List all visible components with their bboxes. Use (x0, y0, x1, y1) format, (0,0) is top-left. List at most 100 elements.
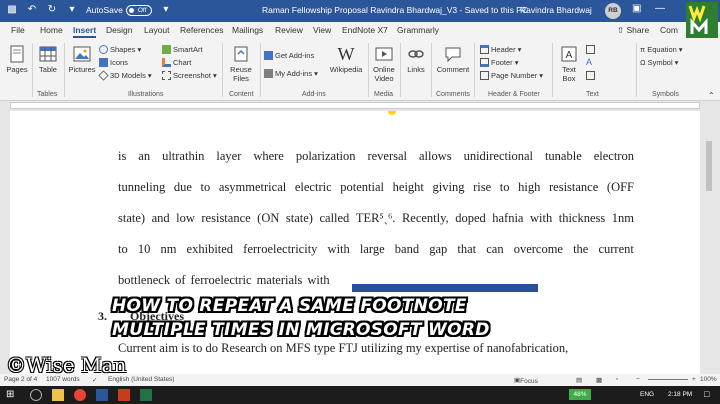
minimize-icon[interactable]: — (655, 3, 665, 14)
video-icon (375, 47, 393, 61)
wordart-button[interactable]: A (586, 58, 595, 67)
proofing-icon[interactable]: ✓ (92, 376, 97, 384)
undo-icon[interactable]: ↶ (26, 4, 38, 16)
text-box-icon: A (561, 46, 577, 62)
search-icon[interactable] (30, 389, 42, 401)
excel-taskbar-icon[interactable] (140, 389, 152, 401)
word-taskbar-icon[interactable] (96, 389, 108, 401)
page-number-button[interactable]: Page Number ▾ (480, 71, 543, 80)
word: ferroelectric (190, 273, 252, 287)
online-video-button[interactable]: Online Video (370, 45, 398, 83)
word: low (176, 211, 195, 225)
icons-button[interactable]: Icons (99, 58, 128, 67)
save-icon[interactable]: ▩ (6, 4, 18, 16)
word: height (392, 180, 424, 194)
pictures-button[interactable]: Pictures (67, 45, 97, 74)
equation-button[interactable]: π Equation ▾ (640, 45, 683, 54)
word: band (394, 242, 420, 256)
powerpoint-taskbar-icon[interactable] (118, 389, 130, 401)
word: electron (593, 149, 634, 163)
smartart-button[interactable]: SmartArt (162, 45, 203, 54)
wikipedia-button[interactable]: W Wikipedia (326, 45, 366, 74)
ribbon-display-icon[interactable]: ▣ (632, 3, 641, 14)
customize-icon[interactable]: ▾ (160, 4, 172, 16)
tab-references[interactable]: References (180, 25, 223, 35)
collapse-ribbon-icon[interactable]: ⌃ (708, 91, 715, 100)
tab-insert[interactable]: Insert (73, 25, 97, 38)
word: exhibited (186, 242, 234, 256)
pi-icon: π (640, 45, 646, 54)
group-label-text: Text (586, 91, 599, 98)
symbol-button[interactable]: Ω Symbol ▾ (640, 58, 678, 67)
avatar[interactable]: RB (605, 3, 621, 19)
battery-indicator[interactable]: 48% (569, 389, 591, 400)
tab-home[interactable]: Home (40, 25, 63, 35)
document-line: state) and low resistance (ON state) called TER… (118, 211, 634, 226)
autosave-control[interactable]: AutoSave Off (86, 4, 152, 16)
chart-button[interactable]: Chart (162, 58, 191, 67)
language[interactable]: English (United States) (108, 376, 174, 383)
table-button[interactable]: Table (35, 45, 61, 74)
pages-icon (10, 45, 24, 63)
word: that (457, 242, 477, 256)
word: to (118, 242, 128, 256)
get-addins-button[interactable]: Get Add-ins (264, 51, 314, 60)
3d-models-button[interactable]: 3D Models ▾ (98, 70, 152, 81)
focus-button[interactable]: ▣ Focus (514, 376, 538, 385)
input-language[interactable]: ENG (640, 391, 654, 398)
zoom-slider[interactable] (648, 379, 688, 380)
icons-icon (99, 58, 108, 67)
screenshot-button[interactable]: Screenshot ▾ (162, 71, 217, 80)
footer-button[interactable]: Footer ▾ (480, 58, 518, 67)
word: the (573, 242, 589, 256)
tab-layout[interactable]: Layout (144, 25, 170, 35)
tab-view[interactable]: View (313, 25, 331, 35)
shapes-button[interactable]: Shapes ▾ (99, 45, 141, 54)
horizontal-ruler[interactable] (0, 101, 720, 110)
file-explorer-icon[interactable] (52, 389, 64, 401)
user-name[interactable]: Ravindra Bhardwaj (520, 5, 592, 15)
dropcap-button[interactable] (586, 71, 595, 80)
zoom-level[interactable]: 100% (700, 376, 717, 383)
zoom-out-icon[interactable]: − (636, 376, 640, 383)
comment-label: Comment (436, 65, 470, 74)
header-icon (480, 45, 489, 54)
tab-grammarly[interactable]: Grammarly (397, 25, 439, 35)
zoom-in-icon[interactable]: + (692, 376, 696, 383)
read-mode-icon[interactable]: ▤ (576, 376, 582, 384)
redo-icon[interactable]: ↻ (46, 4, 58, 16)
reuse-files-button[interactable]: Reuse Files (226, 45, 256, 83)
clock-time[interactable]: 2:18 PM (668, 391, 692, 398)
tab-file[interactable]: File (11, 25, 25, 35)
page-count[interactable]: Page 2 of 4 (4, 376, 37, 383)
qat-dropdown-icon[interactable]: ▾ (66, 4, 78, 16)
comment-button[interactable]: Comment (434, 45, 472, 74)
web-layout-icon[interactable]: ▫ (616, 376, 618, 383)
tab-design[interactable]: Design (106, 25, 132, 35)
tab-mailings[interactable]: Mailings (232, 25, 263, 35)
chrome-icon[interactable] (74, 389, 86, 401)
vertical-scrollbar[interactable] (705, 111, 713, 374)
windows-start-icon[interactable]: ⊞ (6, 389, 18, 401)
word: called (319, 211, 350, 225)
word: polarization (295, 149, 356, 163)
pages-label: Pages (6, 65, 28, 74)
tab-endnote[interactable]: EndNote X7 (342, 25, 388, 35)
pages-button[interactable]: Pages (4, 45, 30, 74)
text-box-button[interactable]: A Text Box (556, 45, 582, 83)
tab-review[interactable]: Review (275, 25, 303, 35)
document-title: Raman Fellowship Proposal Ravindra Bhard… (262, 5, 528, 15)
header-button[interactable]: Header ▾ (480, 45, 521, 54)
text-tools[interactable] (586, 45, 595, 54)
print-layout-icon[interactable]: ▩ (596, 376, 602, 384)
share-button[interactable]: ⇧ Share (617, 25, 649, 36)
word-count[interactable]: 1007 words (46, 376, 80, 383)
video-title-line2: MULTIPLE TIMES IN MICROSOFT WORD (112, 320, 490, 340)
group-label-media: Media (374, 91, 394, 98)
links-button[interactable]: Links (403, 45, 429, 74)
comments-button[interactable]: Com (660, 25, 678, 35)
my-addins-button[interactable]: My Add-ins ▾ (264, 69, 318, 78)
autosave-toggle[interactable]: Off (125, 4, 152, 16)
scroll-thumb[interactable] (706, 141, 712, 191)
notification-icon[interactable]: □ (704, 389, 716, 401)
